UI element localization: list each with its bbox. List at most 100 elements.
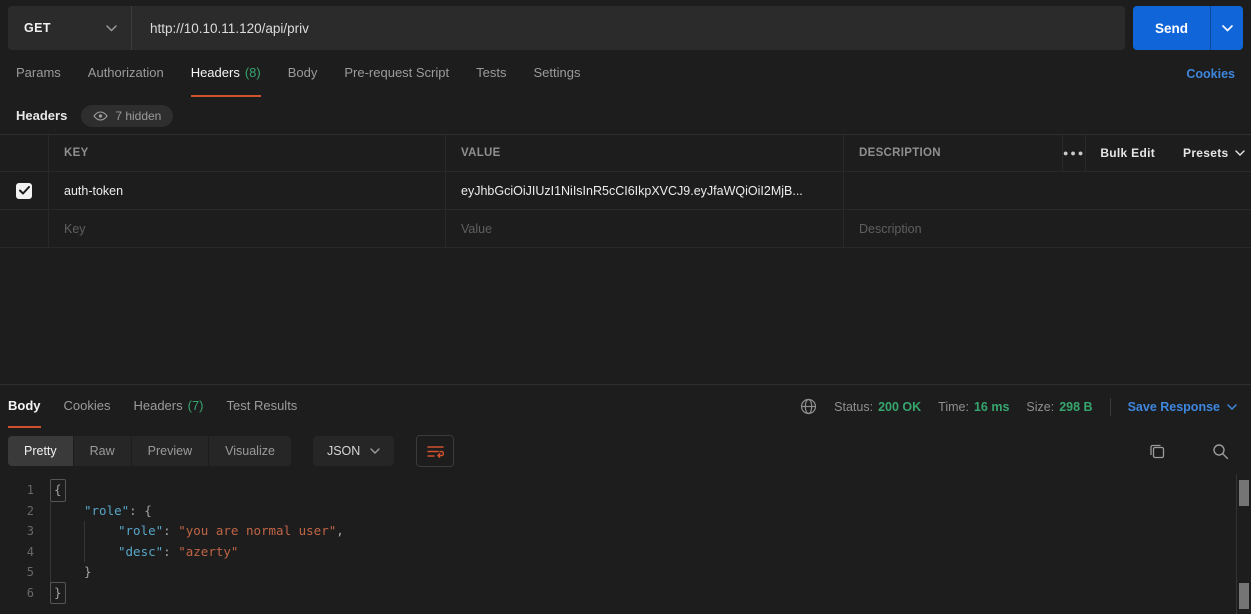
- url-input-group: GET http://10.10.11.120/api/priv: [8, 6, 1125, 50]
- response-meta: Status: 200 OK Time: 16 ms Size: 298 B S…: [800, 385, 1237, 428]
- json-string: "you are normal user": [178, 521, 336, 542]
- wrap-text-button[interactable]: [416, 435, 454, 467]
- header-row-empty: Key Value Description: [0, 210, 1251, 248]
- checkbox-cell-empty: [0, 210, 48, 247]
- tab-params[interactable]: Params: [16, 50, 61, 97]
- headers-section-title: Headers: [16, 108, 67, 123]
- header-value-cell[interactable]: eyJhbGciOiJIUzI1NiIsInR5cCI6IkpXVCJ9.eyJ…: [445, 172, 843, 209]
- hidden-headers-toggle[interactable]: 7 hidden: [81, 105, 173, 127]
- line-number: 2: [0, 501, 50, 522]
- time-stat: Time: 16 ms: [938, 400, 1009, 414]
- url-text: http://10.10.11.120/api/priv: [150, 21, 309, 36]
- size-stat: Size: 298 B: [1026, 400, 1092, 414]
- cookies-link[interactable]: Cookies: [1186, 67, 1235, 81]
- method-select[interactable]: GET: [8, 6, 132, 50]
- size-label: Size:: [1026, 400, 1054, 414]
- response-tab-cookies[interactable]: Cookies: [64, 385, 111, 428]
- json-key: "desc": [118, 542, 163, 563]
- column-header-description: DESCRIPTION: [843, 135, 1062, 171]
- view-mode-switcher: Pretty Raw Preview Visualize: [8, 436, 291, 466]
- search-response-button[interactable]: [1212, 443, 1229, 460]
- chevron-down-icon: [1227, 404, 1237, 410]
- response-tab-headers[interactable]: Headers(7): [133, 385, 203, 428]
- tab-settings[interactable]: Settings: [533, 50, 580, 97]
- time-value: 16 ms: [974, 400, 1009, 414]
- postman-window: GET http://10.10.11.120/api/priv Send Pa…: [0, 0, 1251, 614]
- send-options-button[interactable]: [1210, 6, 1243, 50]
- indent-guide: [84, 521, 118, 542]
- check-icon: [19, 186, 30, 195]
- time-label: Time:: [938, 400, 969, 414]
- code-line: 1 {: [0, 480, 1251, 501]
- header-key-cell[interactable]: auth-token: [48, 172, 445, 209]
- scrollbar-thumb[interactable]: [1239, 480, 1249, 506]
- send-button[interactable]: Send: [1133, 6, 1210, 50]
- json-punct: : {: [129, 501, 152, 522]
- indent-guide: [50, 542, 84, 563]
- code-line: 2 "role": {: [0, 501, 1251, 522]
- tab-body[interactable]: Body: [288, 50, 318, 97]
- json-punct: }: [84, 562, 92, 583]
- bulk-edit-button[interactable]: Bulk Edit: [1086, 135, 1169, 171]
- tab-headers[interactable]: Headers(8): [191, 50, 261, 97]
- key-placeholder-input[interactable]: Key: [48, 210, 445, 247]
- table-actions: ●●● Bulk Edit Presets: [1062, 135, 1251, 171]
- eye-icon: [93, 111, 108, 121]
- json-punct[interactable]: {: [50, 479, 66, 502]
- json-string: "azerty": [178, 542, 238, 563]
- save-response-button[interactable]: Save Response: [1128, 400, 1237, 414]
- checkbox-cell: [0, 172, 48, 209]
- value-placeholder-input[interactable]: Value: [445, 210, 843, 247]
- status-label: Status:: [834, 400, 873, 414]
- chevron-down-icon: [1222, 25, 1233, 32]
- indent-guide: [50, 521, 84, 542]
- response-body-editor[interactable]: 1 { 2 "role": { 3 "role": "you are norma…: [0, 474, 1251, 614]
- json-punct: :: [163, 542, 178, 563]
- tab-pre-request-script[interactable]: Pre-request Script: [344, 50, 449, 97]
- view-mode-raw[interactable]: Raw: [73, 436, 131, 466]
- response-tab-test-results[interactable]: Test Results: [227, 385, 298, 428]
- headers-count-badge: (8): [245, 65, 261, 80]
- response-tabs: Body Cookies Headers(7) Test Results Sta…: [0, 385, 1251, 428]
- presets-button[interactable]: Presets: [1169, 135, 1251, 171]
- response-panel: Body Cookies Headers(7) Test Results Sta…: [0, 384, 1251, 614]
- language-select[interactable]: JSON: [313, 436, 394, 466]
- request-tabs: Params Authorization Headers(8) Body Pre…: [0, 50, 1251, 97]
- indent-guide: [84, 542, 118, 563]
- view-mode-pretty[interactable]: Pretty: [8, 436, 73, 466]
- network-globe-icon[interactable]: [800, 398, 817, 415]
- hidden-headers-label: 7 hidden: [115, 109, 161, 123]
- chevron-down-icon: [1235, 150, 1245, 156]
- code-line: 6 }: [0, 583, 1251, 604]
- row-checkbox-checked[interactable]: [16, 183, 32, 199]
- description-placeholder-input[interactable]: Description: [843, 210, 1251, 247]
- line-number: 6: [0, 583, 50, 604]
- scrollbar-thumb[interactable]: [1239, 583, 1249, 609]
- size-value: 298 B: [1059, 400, 1092, 414]
- scrollbar-track[interactable]: [1236, 474, 1251, 614]
- more-options-icon[interactable]: ●●●: [1063, 135, 1086, 171]
- line-number: 4: [0, 542, 50, 563]
- headers-subheader: Headers 7 hidden: [0, 97, 1251, 134]
- json-punct[interactable]: }: [50, 582, 66, 605]
- indent-guide: [50, 562, 84, 583]
- header-description-cell[interactable]: [843, 172, 1251, 209]
- copy-icon: [1149, 443, 1166, 460]
- url-input[interactable]: http://10.10.11.120/api/priv: [132, 6, 1125, 50]
- tab-tests[interactable]: Tests: [476, 50, 506, 97]
- request-url-bar: GET http://10.10.11.120/api/priv Send: [0, 0, 1251, 50]
- line-number: 3: [0, 521, 50, 542]
- copy-response-button[interactable]: [1149, 443, 1166, 460]
- response-tab-body[interactable]: Body: [8, 385, 41, 428]
- response-headers-count-badge: (7): [188, 398, 204, 413]
- tab-authorization[interactable]: Authorization: [88, 50, 164, 97]
- chevron-down-icon: [106, 25, 117, 32]
- view-mode-preview[interactable]: Preview: [131, 436, 208, 466]
- status-stat: Status: 200 OK: [834, 400, 921, 414]
- code-line: 5 }: [0, 562, 1251, 583]
- json-punct: ,: [336, 521, 344, 542]
- json-key: "role": [84, 501, 129, 522]
- method-label: GET: [24, 21, 51, 35]
- search-icon: [1212, 443, 1229, 460]
- view-mode-visualize[interactable]: Visualize: [208, 436, 291, 466]
